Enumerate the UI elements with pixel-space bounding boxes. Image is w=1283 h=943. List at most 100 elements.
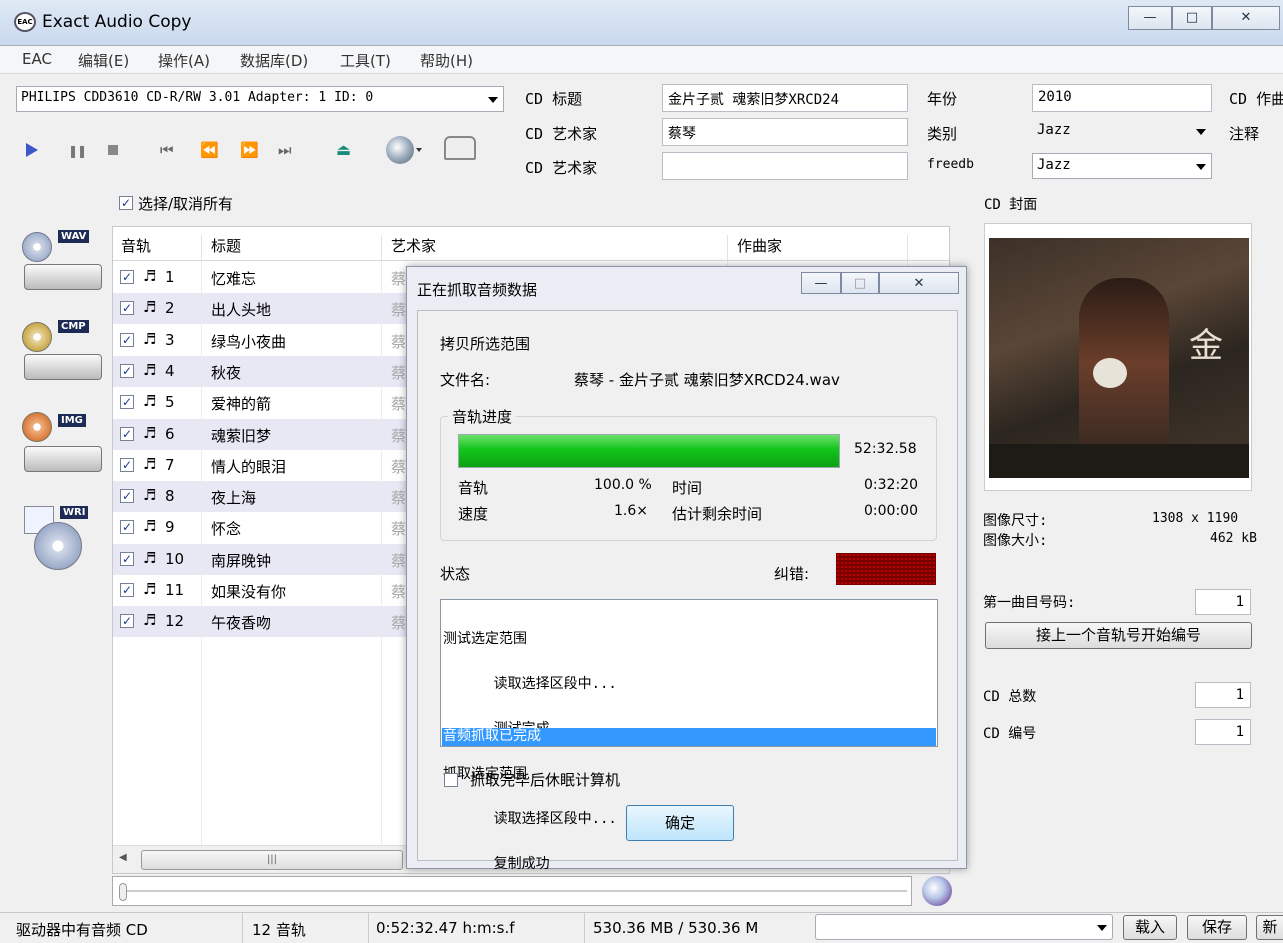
chevron-down-icon[interactable] xyxy=(416,148,422,152)
menu-tools[interactable]: 工具(T) xyxy=(340,50,391,71)
cover-label: CD 封面 xyxy=(984,197,1038,213)
rewind-icon[interactable]: ⏪ xyxy=(200,141,219,159)
cd-title-field[interactable]: 金片子贰 魂萦旧梦XRCD24 xyxy=(662,84,908,112)
track-checkbox[interactable]: ✓ xyxy=(120,614,134,629)
cd-title-label: CD 标题 xyxy=(525,90,583,108)
track-artist[interactable]: 蔡 xyxy=(391,456,406,477)
track-artist[interactable]: 蔡 xyxy=(391,425,406,446)
menu-help[interactable]: 帮助(H) xyxy=(420,50,473,71)
extract-wav-button[interactable]: WAV xyxy=(18,228,110,296)
genre-select[interactable]: Jazz xyxy=(1032,118,1212,144)
pause-icon[interactable]: ❚❚ xyxy=(68,144,87,158)
remaining-label: 估计剩余时间 xyxy=(672,505,763,523)
track-title[interactable]: 忆难忘 xyxy=(211,268,256,289)
dialog-close-button[interactable]: ✕ xyxy=(879,272,959,294)
track-title[interactable]: 夜上海 xyxy=(211,487,256,508)
track-title[interactable]: 魂萦旧梦 xyxy=(211,425,271,446)
track-title[interactable]: 南屏晚钟 xyxy=(211,550,271,571)
track-artist[interactable]: 蔡 xyxy=(391,581,406,602)
eject-icon[interactable]: ⏏ xyxy=(336,140,351,159)
copy-image-button[interactable]: IMG xyxy=(18,408,110,476)
track-title[interactable]: 绿鸟小夜曲 xyxy=(211,331,286,352)
track-artist[interactable]: 蔡 xyxy=(391,331,406,352)
continue-numbering-button[interactable]: 接上一个音轨号开始编号 xyxy=(985,622,1252,649)
status-audio-cd: 驱动器中有音频 CD xyxy=(16,921,148,939)
cd-lookup-icon[interactable] xyxy=(386,136,414,164)
track-artist[interactable]: 蔡 xyxy=(391,612,406,633)
menu-action[interactable]: 操作(A) xyxy=(158,50,210,71)
cd-artist-field[interactable]: 蔡琴 xyxy=(662,118,908,146)
freedb-genre-select[interactable]: Jazz xyxy=(1032,153,1212,179)
menu-eac[interactable]: EAC xyxy=(22,50,52,68)
track-checkbox[interactable]: ✓ xyxy=(120,395,134,410)
first-track-field[interactable]: 1 xyxy=(1195,589,1251,615)
track-title[interactable]: 午夜香吻 xyxy=(211,612,271,633)
track-checkbox[interactable]: ✓ xyxy=(120,363,134,378)
track-title[interactable]: 秋夜 xyxy=(211,362,241,383)
column-title[interactable]: 标题 xyxy=(211,235,241,256)
track-artist[interactable]: 蔡 xyxy=(391,362,406,383)
cd-number-field[interactable]: 1 xyxy=(1195,719,1251,745)
track-checkbox[interactable]: ✓ xyxy=(120,301,134,316)
track-checkbox[interactable]: ✓ xyxy=(120,520,134,535)
year-field[interactable]: 2010 xyxy=(1032,84,1212,112)
track-title[interactable]: 情人的眼泪 xyxy=(211,456,286,477)
track-title[interactable]: 如果没有你 xyxy=(211,581,286,602)
track-checkbox[interactable]: ✓ xyxy=(120,332,134,347)
scroll-thumb[interactable]: ||| xyxy=(141,850,403,870)
stop-icon[interactable] xyxy=(108,145,118,155)
cd-total-field[interactable]: 1 xyxy=(1195,682,1251,708)
cover-frame[interactable]: 金 xyxy=(984,223,1252,491)
track-checkbox[interactable]: ✓ xyxy=(120,457,134,472)
cd-artist2-field[interactable] xyxy=(662,152,908,180)
track-checkbox[interactable]: ✓ xyxy=(120,426,134,441)
track-checkbox[interactable]: ✓ xyxy=(120,551,134,566)
column-composer[interactable]: 作曲家 xyxy=(737,235,782,256)
track-title[interactable]: 怀念 xyxy=(211,518,241,539)
hibernate-checkbox[interactable] xyxy=(444,773,458,787)
save-button[interactable]: 保存 xyxy=(1187,915,1247,940)
maximize-button[interactable]: □ xyxy=(1172,6,1212,30)
status-log[interactable]: 测试选定范围 读取选择区段中... 测试完成 抓取选定范围 读取选择区段中...… xyxy=(440,599,938,872)
column-track[interactable]: 音轨 xyxy=(121,235,151,256)
music-note-icon: ♬ xyxy=(143,267,157,285)
track-checkbox[interactable]: ✓ xyxy=(120,583,134,597)
track-checkbox[interactable]: ✓ xyxy=(120,489,134,504)
track-artist[interactable]: 蔡 xyxy=(391,393,406,414)
track-artist[interactable]: 蔡 xyxy=(391,299,406,320)
network-icon[interactable] xyxy=(444,136,476,160)
column-artist[interactable]: 艺术家 xyxy=(391,235,436,256)
drive-select[interactable]: PHILIPS CDD3610 CD-R/RW 3.01 Adapter: 1 … xyxy=(16,86,504,112)
next-track-icon[interactable]: ⏭ xyxy=(278,141,292,159)
minimize-button[interactable]: — xyxy=(1128,6,1172,30)
write-cd-button[interactable]: WRI xyxy=(18,500,110,570)
track-checkbox[interactable]: ✓ xyxy=(120,270,134,284)
track-title[interactable]: 出人头地 xyxy=(211,299,271,320)
track-artist[interactable]: 蔡 xyxy=(391,268,406,289)
music-note-icon: ♬ xyxy=(143,392,157,411)
image-size-value: 1308 x 1190 xyxy=(1152,511,1239,526)
profile-select[interactable] xyxy=(815,914,1113,940)
load-button[interactable]: 载入 xyxy=(1123,915,1177,940)
previous-track-icon[interactable]: ⏮ xyxy=(160,141,174,159)
select-all-checkbox[interactable]: ✓ xyxy=(119,196,133,210)
menu-database[interactable]: 数据库(D) xyxy=(240,50,308,71)
slider-thumb[interactable] xyxy=(119,883,127,901)
track-progress-legend: 音轨进度 xyxy=(448,406,517,427)
track-artist[interactable]: 蔡 xyxy=(391,518,406,539)
track-artist[interactable]: 蔡 xyxy=(391,550,406,571)
track-title[interactable]: 爱神的箭 xyxy=(211,393,271,414)
play-icon[interactable] xyxy=(26,143,38,157)
dialog-minimize-button[interactable]: — xyxy=(801,272,841,294)
fast-forward-icon[interactable]: ⏩ xyxy=(240,141,259,159)
log-line-selected[interactable]: 音频抓取已完成 xyxy=(442,728,936,746)
ok-button[interactable]: 确定 xyxy=(626,805,734,841)
scroll-left-icon[interactable]: ◀ xyxy=(119,852,127,863)
chevron-down-icon xyxy=(1097,925,1107,931)
dialog-maximize-button[interactable]: □ xyxy=(841,272,879,294)
menu-edit[interactable]: 编辑(E) xyxy=(78,50,129,71)
close-button[interactable]: ✕ xyxy=(1212,6,1280,30)
new-button[interactable]: 新 xyxy=(1256,915,1283,940)
track-artist[interactable]: 蔡 xyxy=(391,487,406,508)
extract-compressed-button[interactable]: CMP xyxy=(18,318,110,386)
